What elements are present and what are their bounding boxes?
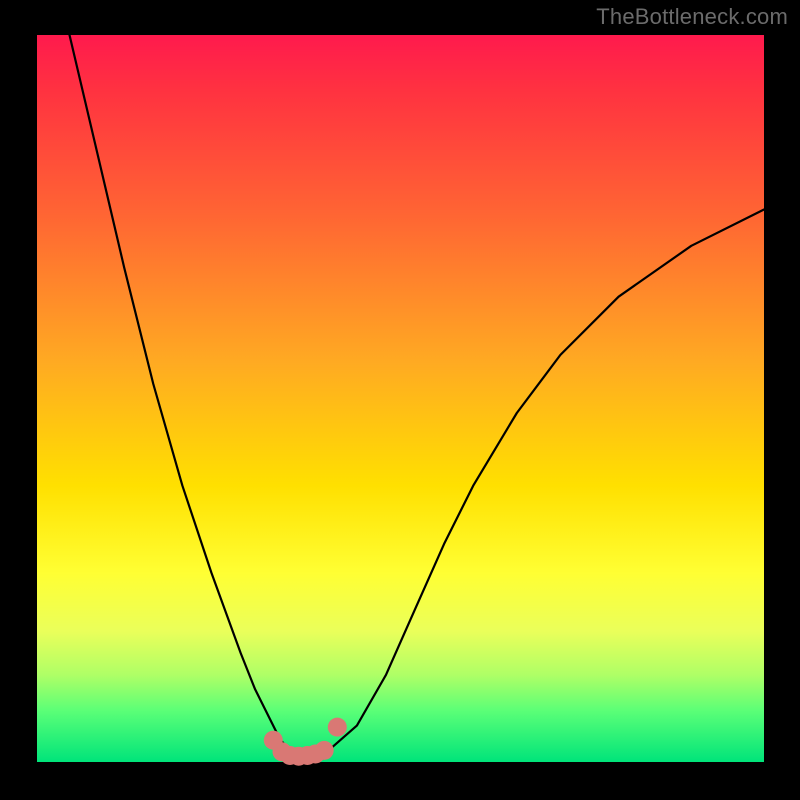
watermark-text: TheBottleneck.com <box>596 4 788 30</box>
chart-frame: TheBottleneck.com <box>0 0 800 800</box>
curve-layer <box>0 0 800 800</box>
highlight-marker <box>328 718 347 737</box>
bottleneck-curve <box>37 0 764 756</box>
highlight-markers <box>264 718 347 766</box>
highlight-marker <box>315 741 334 760</box>
